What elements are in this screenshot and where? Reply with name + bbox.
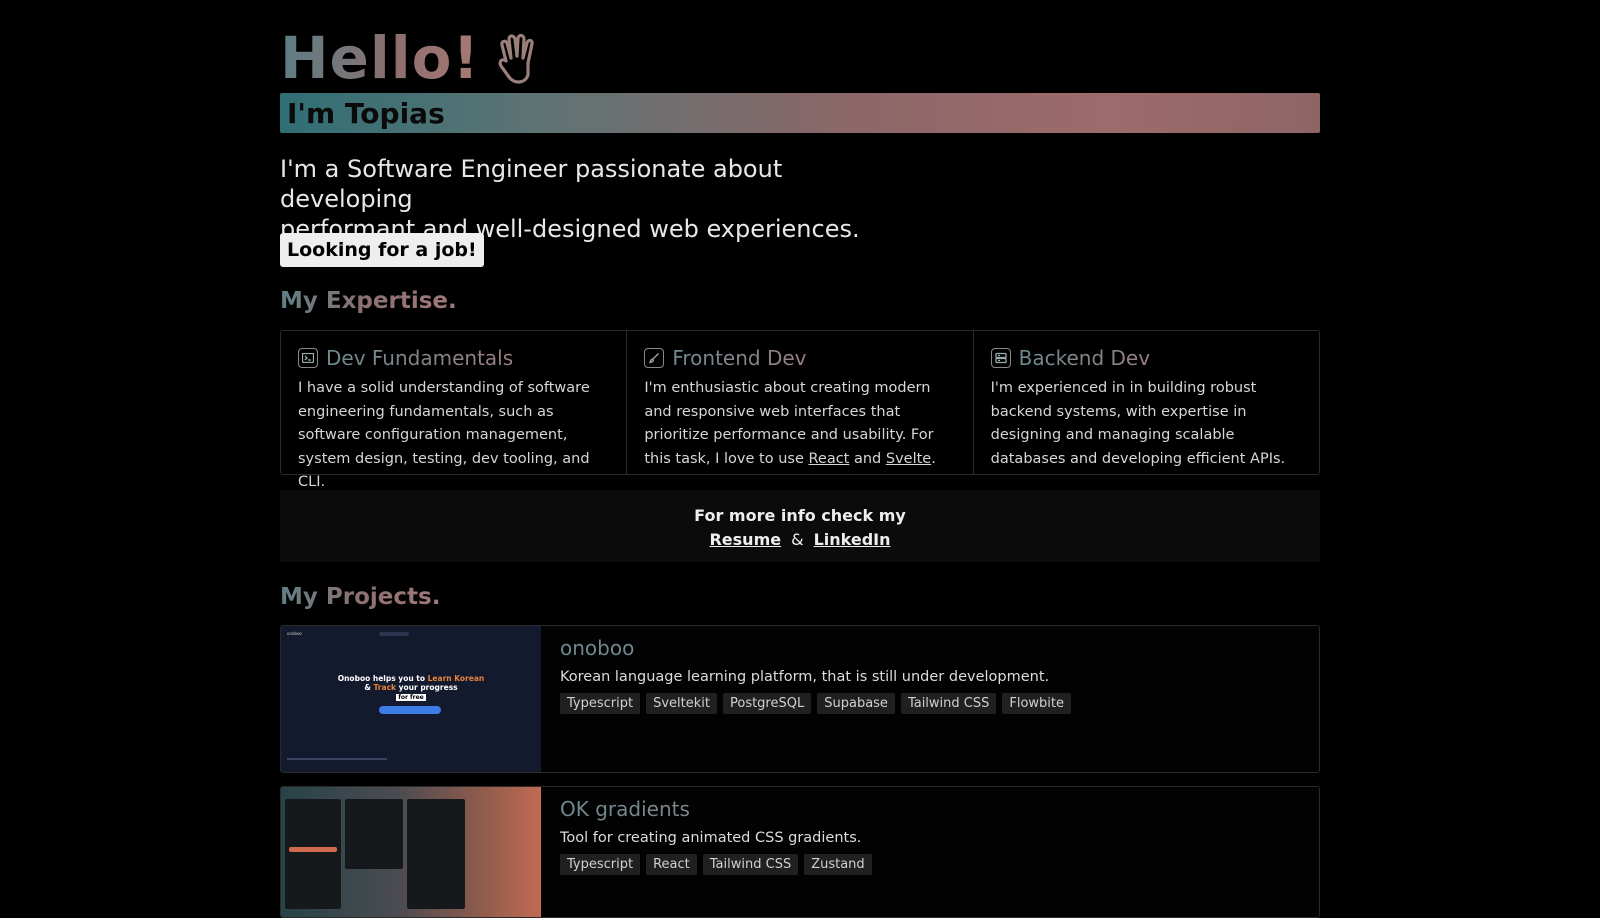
svelte-link[interactable]: Svelte (886, 451, 931, 467)
more-info-box: For more info check my Resume & LinkedIn (280, 490, 1320, 562)
name-banner: I'm Topias (280, 93, 1320, 133)
intro-line-1: I'm a Software Engineer passionate about… (280, 155, 783, 213)
project-title[interactable]: onoboo (560, 636, 1071, 660)
brush-icon (644, 348, 665, 368)
card-description: I'm experienced in in building robust ba… (990, 380, 1286, 467)
project-thumbnail: onoboo Onoboo helps you to Learn Korean … (281, 626, 541, 772)
terminal-icon (298, 348, 318, 368)
project-title[interactable]: OK gradients (560, 797, 872, 821)
card-description: I'm enthusiastic about creating modern a… (644, 377, 955, 471)
linkedin-link[interactable]: LinkedIn (814, 530, 891, 549)
card-title: Dev Fundamentals (326, 346, 514, 370)
more-info-text: For more info check my (694, 506, 906, 525)
tag: Zustand (804, 854, 872, 875)
project-card-ok-gradients[interactable]: OK gradients Tool for creating animated … (280, 786, 1320, 918)
card-description: I have a solid understanding of software… (298, 380, 590, 490)
thumb-search-bar (379, 632, 409, 636)
card-title: Backend Dev (1018, 346, 1151, 370)
thumb-panel (407, 799, 465, 909)
looking-for-job-button[interactable]: Looking for a job! (280, 233, 484, 267)
thumb-brand: onoboo (287, 631, 302, 636)
thumb-headline-part: & (364, 683, 374, 692)
thumb-footer-line (287, 758, 387, 760)
project-description: Korean language learning platform, that … (560, 669, 1050, 685)
tag: PostgreSQL (722, 693, 812, 714)
tag: Typescript (560, 854, 641, 875)
expertise-heading: My Expertise. (280, 288, 457, 314)
thumb-headline-part: Onoboo helps you to (337, 674, 428, 683)
project-card-onoboo[interactable]: onoboo Onoboo helps you to Learn Korean … (280, 625, 1320, 773)
thumb-headline: Onoboo helps you to Learn Korean & Track… (281, 674, 541, 702)
thumb-headline-accent: Track (373, 683, 397, 692)
project-thumbnail (281, 787, 541, 917)
card-dev-fundamentals: Dev Fundamentals I have a solid understa… (281, 331, 628, 490)
period-text: . (931, 450, 936, 467)
greeting-heading: Hello! (280, 24, 480, 92)
intro-text: I'm a Software Engineer passionate about… (280, 154, 920, 244)
tag: Flowbite (1002, 693, 1072, 714)
expertise-cards: Dev Fundamentals I have a solid understa… (280, 330, 1320, 490)
projects-heading: My Projects. (280, 584, 441, 610)
react-link[interactable]: React (808, 451, 849, 467)
card-backend-dev: Backend Dev I'm experienced in in buildi… (974, 331, 1319, 474)
thumb-badge: for free (396, 694, 426, 701)
resume-link[interactable]: Resume (709, 530, 781, 549)
card-frontend-dev: Frontend Dev I'm enthusiastic about crea… (627, 331, 974, 474)
tag: Supabase (817, 693, 895, 714)
thumb-headline-part: your progress (396, 683, 458, 692)
tag: Tailwind CSS (702, 854, 799, 875)
thumb-slider (289, 847, 337, 852)
thumb-panel (285, 799, 341, 909)
waving-hand-icon (498, 33, 534, 84)
and-text: and (849, 450, 886, 467)
tag: Sveltekit (646, 693, 717, 714)
project-description: Tool for creating animated CSS gradients… (560, 830, 862, 846)
name-banner-text: I'm Topias (287, 96, 445, 130)
project-tags: Typescript React Tailwind CSS Zustand (560, 854, 872, 875)
thumb-cta-button (379, 706, 441, 714)
project-tags: Typescript Sveltekit PostgreSQL Supabase… (560, 693, 1072, 714)
thumb-panel (345, 799, 403, 869)
tag: React (646, 854, 697, 875)
card-title: Frontend Dev (672, 346, 807, 370)
hero-heading-row: Hello! (280, 26, 540, 90)
tag: Tailwind CSS (900, 693, 997, 714)
server-icon (990, 348, 1011, 368)
tag: Typescript (560, 693, 641, 714)
thumb-headline-accent: Learn Korean (427, 674, 485, 683)
ampersand: & (791, 530, 804, 549)
